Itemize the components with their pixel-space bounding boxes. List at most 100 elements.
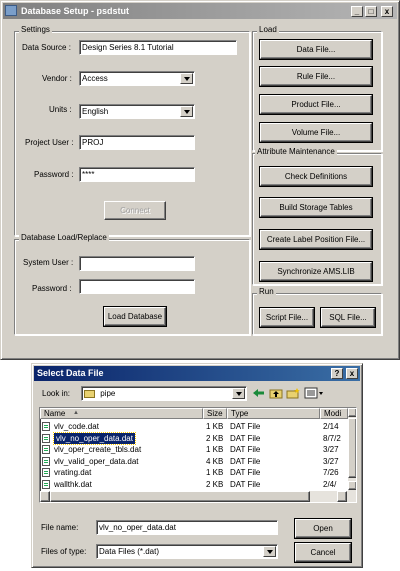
file-list-row[interactable]: vrating.dat 1 KB DAT File 7/26 [40, 467, 348, 478]
file-type: DAT File [230, 468, 261, 477]
file-name: vlv_oper_create_tbls.dat [54, 445, 142, 454]
sql-file-button[interactable]: SQL File... [321, 308, 375, 327]
chevron-down-icon[interactable] [180, 106, 193, 117]
file-type: DAT File [230, 422, 261, 431]
scroll-thumb[interactable] [348, 418, 356, 478]
window-title: Database Setup - psdstut [21, 6, 130, 16]
look-in-value: pipe [100, 389, 116, 398]
vendor-dropdown[interactable]: Access [79, 71, 195, 86]
project-user-field[interactable]: PROJ [79, 135, 195, 150]
maximize-button[interactable]: □ [365, 6, 377, 17]
file-list-row[interactable]: vlv_valid_oper_data.dat 4 KB DAT File 3/27 [40, 456, 348, 467]
scroll-down-button[interactable] [348, 481, 356, 490]
load-group-label: Load [257, 25, 279, 35]
dialog-title-bar[interactable]: Select Data File ? x [34, 366, 360, 381]
view-menu-icon[interactable] [304, 387, 326, 399]
files-of-type-value: Data Files (*.dat) [99, 547, 160, 556]
new-folder-icon[interactable] [286, 387, 300, 399]
check-definitions-button[interactable]: Check Definitions [260, 167, 372, 186]
synchronize-ams-button[interactable]: Synchronize AMS.LIB [260, 262, 372, 281]
folder-icon [84, 389, 95, 398]
settings-group-label: Settings [19, 25, 52, 35]
chevron-down-icon[interactable] [180, 73, 193, 84]
file-name-label: File name: [41, 523, 79, 532]
vendor-label: Vendor : [42, 74, 72, 83]
column-header-name[interactable]: Name ▲ [40, 408, 203, 419]
system-user-field[interactable] [79, 256, 195, 271]
script-file-button[interactable]: Script File... [260, 308, 314, 327]
file-list-row[interactable]: vlv_code.dat 1 KB DAT File 2/14 [40, 421, 348, 432]
close-button[interactable]: x [381, 6, 393, 17]
column-header-size[interactable]: Size [203, 408, 227, 419]
file-list-row[interactable]: vlv_no_oper_data.dat 2 KB DAT File 8/7/2 [40, 431, 348, 445]
title-bar[interactable]: Database Setup - psdstut _ □ x [3, 3, 397, 19]
scroll-left-button[interactable] [40, 491, 50, 502]
file-name-field[interactable]: vlv_no_oper_data.dat [96, 520, 278, 535]
horizontal-scrollbar[interactable] [40, 491, 356, 502]
dialog-close-button[interactable]: x [346, 368, 358, 379]
file-name: vlv_code.dat [54, 422, 99, 431]
up-folder-icon[interactable] [269, 387, 283, 399]
file-size: 2 KB [206, 433, 224, 443]
load-password-label: Password : [32, 284, 72, 293]
help-button[interactable]: ? [331, 368, 343, 379]
system-user-label: System User : [23, 258, 74, 267]
volume-file-button[interactable]: Volume File... [260, 123, 372, 142]
vendor-value: Access [82, 74, 108, 83]
file-modified: 2/4/ [323, 479, 337, 489]
product-file-button[interactable]: Product File... [260, 95, 372, 114]
units-dropdown[interactable]: English [79, 104, 195, 119]
file-name: vrating.dat [54, 468, 92, 477]
file-name: wallthk.dat [54, 479, 92, 489]
look-in-label: Look in: [42, 389, 71, 398]
file-list-row[interactable]: wallthk.dat 2 KB DAT File 2/4/ [40, 479, 348, 490]
column-header-modified[interactable]: Modi [320, 408, 348, 419]
file-name: vlv_no_oper_data.dat [53, 431, 136, 445]
file-modified: 2/14 [323, 422, 339, 431]
dat-file-icon [42, 422, 50, 431]
scroll-up-button[interactable] [348, 408, 356, 417]
dat-file-icon [42, 456, 50, 466]
file-size: 1 KB [206, 422, 224, 431]
create-label-position-button[interactable]: Create Label Position File... [260, 230, 372, 249]
scroll-right-button[interactable] [337, 491, 347, 502]
chevron-down-icon[interactable] [232, 388, 245, 399]
back-icon[interactable] [252, 387, 266, 399]
look-in-dropdown[interactable]: pipe [81, 386, 247, 401]
select-data-file-dialog: Select Data File ? x Look in: pipe Name … [31, 363, 363, 568]
horizontal-scroll-thumb[interactable] [50, 491, 310, 502]
file-list-header: Name ▲ Size Type Modi [40, 408, 356, 419]
files-of-type-label: Files of type: [41, 547, 87, 556]
file-type: DAT File [230, 456, 261, 466]
minimize-button[interactable]: _ [351, 6, 363, 17]
files-of-type-dropdown[interactable]: Data Files (*.dat) [96, 544, 278, 559]
attribute-maintenance-label: Attribute Maintenance [255, 147, 337, 157]
cancel-button[interactable]: Cancel [295, 543, 351, 562]
units-label: Units : [49, 105, 72, 114]
connect-button[interactable]: Connect [104, 201, 166, 220]
load-database-button[interactable]: Load Database [104, 307, 166, 326]
sort-ascending-icon: ▲ [73, 410, 79, 416]
project-user-label: Project User : [25, 138, 74, 147]
open-button[interactable]: Open [295, 519, 351, 538]
file-size: 1 KB [206, 445, 224, 454]
chevron-down-icon[interactable] [263, 546, 276, 557]
vertical-scrollbar[interactable] [348, 408, 356, 491]
dialog-title: Select Data File [37, 368, 104, 378]
file-list[interactable]: Name ▲ Size Type Modi vlv_code.dat 1 KB DA… [39, 407, 357, 503]
file-size: 4 KB [206, 456, 224, 466]
data-source-field[interactable]: Design Series 8.1 Tutorial [79, 40, 237, 55]
file-list-row[interactable]: vlv_oper_create_tbls.dat 1 KB DAT File 3/27 [40, 444, 348, 455]
data-source-label: Data Source : [22, 43, 71, 52]
column-header-type[interactable]: Type [227, 408, 320, 419]
file-type: DAT File [230, 479, 261, 489]
file-modified: 7/26 [323, 468, 339, 477]
password-field[interactable]: **** [79, 167, 195, 182]
data-file-button[interactable]: Data File... [260, 40, 372, 59]
dat-file-icon [42, 445, 50, 454]
rule-file-button[interactable]: Rule File... [260, 67, 372, 86]
dat-file-icon [42, 433, 50, 443]
file-type: DAT File [230, 433, 261, 443]
load-password-field[interactable] [79, 279, 195, 294]
build-storage-tables-button[interactable]: Build Storage Tables [260, 198, 372, 217]
